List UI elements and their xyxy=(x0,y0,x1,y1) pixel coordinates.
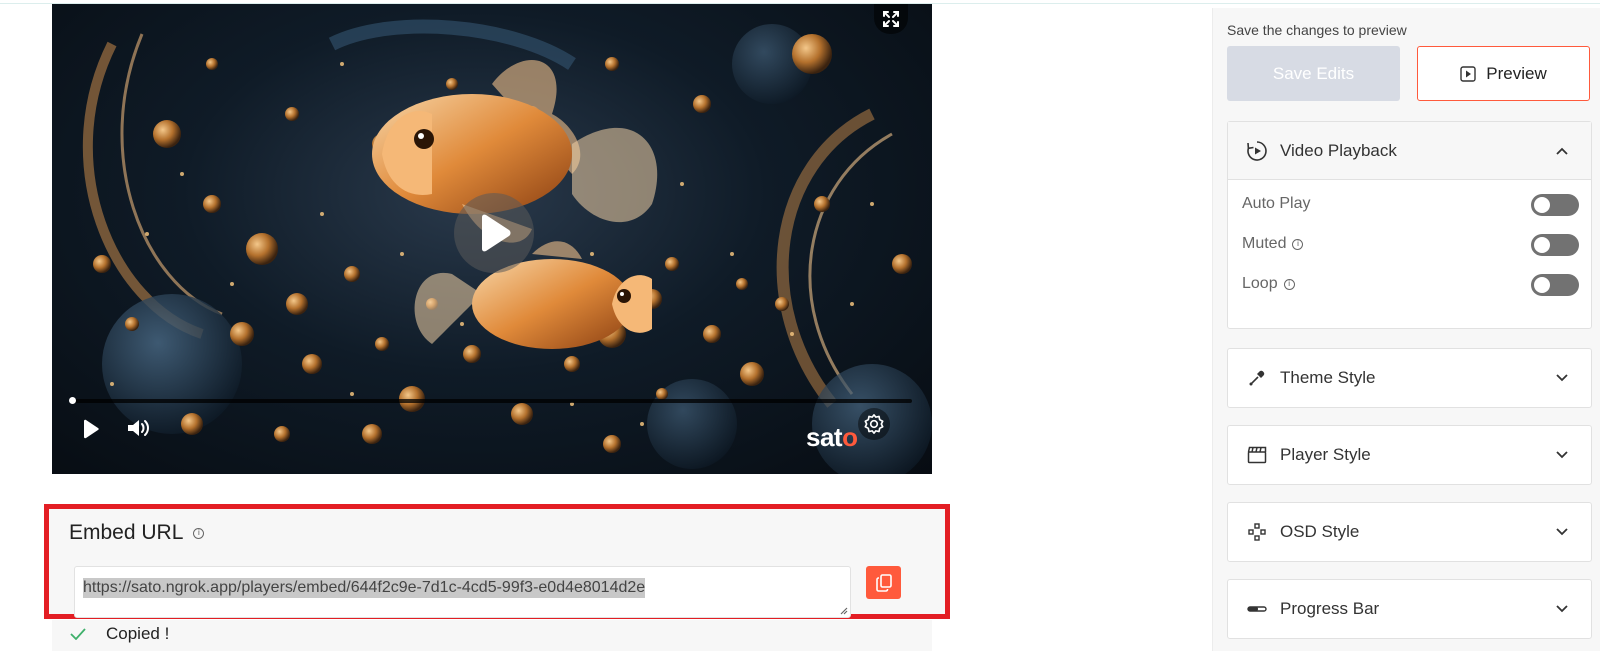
chevron-down-icon[interactable] xyxy=(1555,604,1569,614)
copied-text: Copied ! xyxy=(106,624,170,643)
muted-toggle[interactable] xyxy=(1531,234,1579,256)
theme-style-header[interactable]: Theme Style xyxy=(1228,349,1591,407)
osd-style-header[interactable]: OSD Style xyxy=(1228,503,1591,561)
chevron-up-icon[interactable] xyxy=(1555,146,1569,156)
video-playback-section: Video Playback Auto Play Muted i Loop i xyxy=(1227,121,1592,329)
brand-logo: sato xyxy=(806,422,858,452)
loop-toggle[interactable] xyxy=(1531,274,1579,296)
fullscreen-icon xyxy=(883,11,899,27)
save-edits-button[interactable]: Save Edits xyxy=(1227,46,1400,101)
preview-button[interactable]: Preview xyxy=(1417,46,1590,101)
nodes-icon xyxy=(1246,521,1268,543)
loop-info-icon[interactable]: i xyxy=(1283,278,1295,290)
play-button[interactable] xyxy=(78,416,104,442)
chevron-down-icon[interactable] xyxy=(1555,373,1569,383)
loop-label: Loop xyxy=(1242,275,1278,292)
auto-play-label: Auto Play xyxy=(1242,195,1311,212)
embed-url-textarea[interactable]: https://sato.ngrok.app/players/embed/644… xyxy=(74,566,851,618)
osd-style-section[interactable]: OSD Style xyxy=(1227,502,1592,562)
preview-icon xyxy=(1460,65,1476,82)
video-player[interactable]: sato xyxy=(52,4,932,474)
embed-url-value[interactable]: https://sato.ngrok.app/players/embed/644… xyxy=(83,578,646,598)
copied-status: Copied ! xyxy=(70,624,169,644)
video-playback-header[interactable]: Video Playback xyxy=(1228,122,1591,180)
volume-icon xyxy=(128,420,149,436)
chevron-down-icon[interactable] xyxy=(1555,450,1569,460)
clapperboard-icon xyxy=(1246,444,1268,466)
preview-label: Preview xyxy=(1486,63,1547,83)
auto-play-option: Auto Play xyxy=(1242,195,1310,213)
video-playback-label: Video Playback xyxy=(1280,140,1397,160)
play-icon xyxy=(84,419,99,439)
muted-info-icon[interactable]: i xyxy=(1292,238,1304,250)
playback-icon xyxy=(1246,140,1268,162)
settings-button[interactable] xyxy=(858,408,890,440)
progress-bar-label: Progress Bar xyxy=(1280,599,1380,618)
big-play-button[interactable] xyxy=(454,193,534,273)
auto-play-toggle[interactable] xyxy=(1531,194,1579,216)
loop-option: Loop i xyxy=(1242,275,1295,293)
player-style-label: Player Style xyxy=(1280,445,1371,464)
chevron-down-icon[interactable] xyxy=(1555,527,1569,537)
check-icon xyxy=(70,628,86,640)
eyedropper-icon xyxy=(1246,367,1268,389)
embed-url-title: Embed URL xyxy=(69,521,184,544)
info-icon[interactable]: i xyxy=(193,527,205,539)
progress-bar-header[interactable]: Progress Bar xyxy=(1228,580,1591,638)
resize-grip-icon[interactable] xyxy=(838,605,848,615)
settings-icon xyxy=(864,414,884,434)
embed-url-section: Embed URL i https://sato.ngrok.app/playe… xyxy=(44,504,950,619)
big-play-icon xyxy=(482,214,511,252)
player-style-header[interactable]: Player Style xyxy=(1228,426,1591,484)
copy-icon xyxy=(875,573,892,592)
osd-style-label: OSD Style xyxy=(1280,522,1360,541)
muted-option: Muted i xyxy=(1242,235,1304,253)
progress-bar-section[interactable]: Progress Bar xyxy=(1227,579,1592,639)
fullscreen-button[interactable] xyxy=(874,4,908,34)
muted-label: Muted xyxy=(1242,235,1287,252)
copy-button[interactable] xyxy=(866,566,901,599)
progress-bar-icon xyxy=(1246,598,1268,620)
theme-style-section[interactable]: Theme Style xyxy=(1227,348,1592,408)
save-hint: Save the changes to preview xyxy=(1227,22,1407,38)
copied-status-bar xyxy=(52,620,932,651)
progress-bar[interactable] xyxy=(69,397,912,404)
volume-button[interactable] xyxy=(124,415,154,441)
theme-style-label: Theme Style xyxy=(1280,368,1376,387)
player-style-section[interactable]: Player Style xyxy=(1227,425,1592,485)
embed-url-heading: Embed URL i xyxy=(69,521,205,545)
progress-knob[interactable] xyxy=(69,397,76,404)
